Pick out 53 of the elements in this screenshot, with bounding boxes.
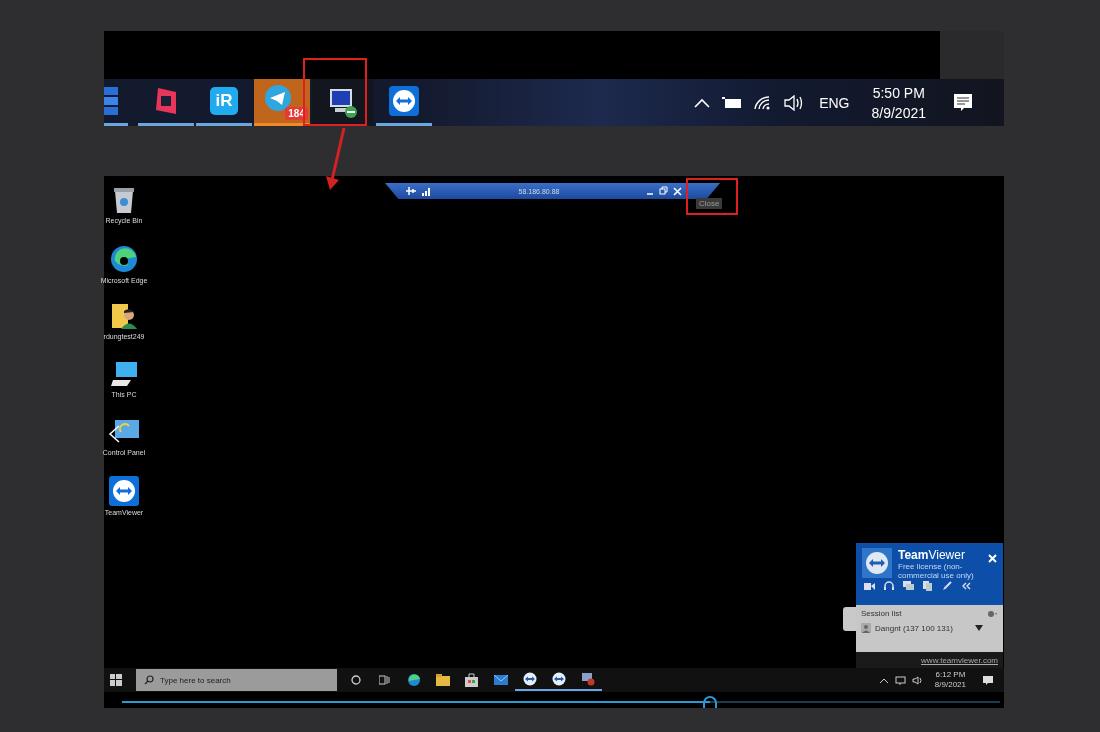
pin-icon[interactable] bbox=[405, 186, 417, 196]
trash-bin-icon bbox=[111, 186, 137, 214]
clock-date: 8/9/2021 bbox=[871, 103, 926, 123]
computer-icon bbox=[109, 360, 139, 388]
signal-icon bbox=[422, 186, 432, 196]
circle-icon bbox=[350, 675, 361, 685]
monitor-icon bbox=[327, 86, 359, 119]
headset-icon[interactable] bbox=[884, 581, 894, 591]
battery-icon[interactable] bbox=[721, 95, 744, 110]
task-view-icon bbox=[379, 675, 390, 685]
speaker-icon[interactable] bbox=[911, 675, 923, 685]
monitor-icon bbox=[579, 672, 596, 686]
panel-handle[interactable] bbox=[843, 607, 856, 631]
session-entry[interactable]: Dangnt (137 100 131) bbox=[856, 620, 1003, 636]
search-icon bbox=[144, 675, 154, 685]
close-icon[interactable] bbox=[673, 186, 682, 196]
app-title: TeamViewer bbox=[898, 548, 966, 562]
browser-logo-icon bbox=[109, 244, 139, 274]
highlight-frame bbox=[686, 178, 738, 215]
folder-icon bbox=[435, 674, 450, 686]
envelope-icon bbox=[493, 675, 508, 685]
chat-icon[interactable] bbox=[903, 581, 914, 591]
user-folder-icon bbox=[110, 302, 138, 330]
windows-start-icon[interactable] bbox=[110, 674, 122, 686]
highlight-frame bbox=[303, 58, 367, 126]
double-chevron-icon[interactable] bbox=[961, 582, 971, 590]
notification-icon[interactable] bbox=[952, 92, 974, 113]
tiles-icon bbox=[104, 87, 118, 115]
user-icon bbox=[861, 623, 871, 633]
license-note: Free license (non-commercial use only) bbox=[898, 562, 975, 580]
progress-thumb[interactable] bbox=[703, 696, 718, 708]
control-panel-icon bbox=[107, 418, 141, 446]
language-indicator[interactable]: ENG bbox=[819, 94, 850, 111]
clock-date: 8/9/2021 bbox=[934, 680, 966, 690]
taskbar-app[interactable] bbox=[312, 79, 374, 126]
clock-time: 5:50 PM bbox=[872, 83, 925, 103]
clock-time: 6:12 PM bbox=[935, 670, 966, 680]
session-name: Dangnt (137 100 131) bbox=[875, 623, 954, 633]
section-header[interactable]: Session list bbox=[861, 609, 902, 618]
shopping-bag-icon bbox=[465, 673, 478, 687]
search-field[interactable]: Type here to search bbox=[136, 669, 337, 691]
close-icon[interactable] bbox=[988, 554, 997, 563]
files-icon[interactable] bbox=[923, 581, 933, 591]
tooltip: Close bbox=[696, 198, 723, 209]
caret-icon[interactable] bbox=[975, 625, 983, 631]
browser-logo-icon bbox=[406, 673, 421, 687]
chevron-up-icon[interactable] bbox=[693, 96, 712, 109]
camera-icon[interactable] bbox=[864, 581, 875, 591]
network-icon[interactable] bbox=[894, 675, 906, 685]
notification-icon[interactable] bbox=[982, 674, 994, 686]
restore-icon[interactable] bbox=[659, 186, 668, 196]
chevron-up-icon[interactable] bbox=[878, 676, 889, 684]
ir-logo: iR bbox=[210, 87, 238, 115]
